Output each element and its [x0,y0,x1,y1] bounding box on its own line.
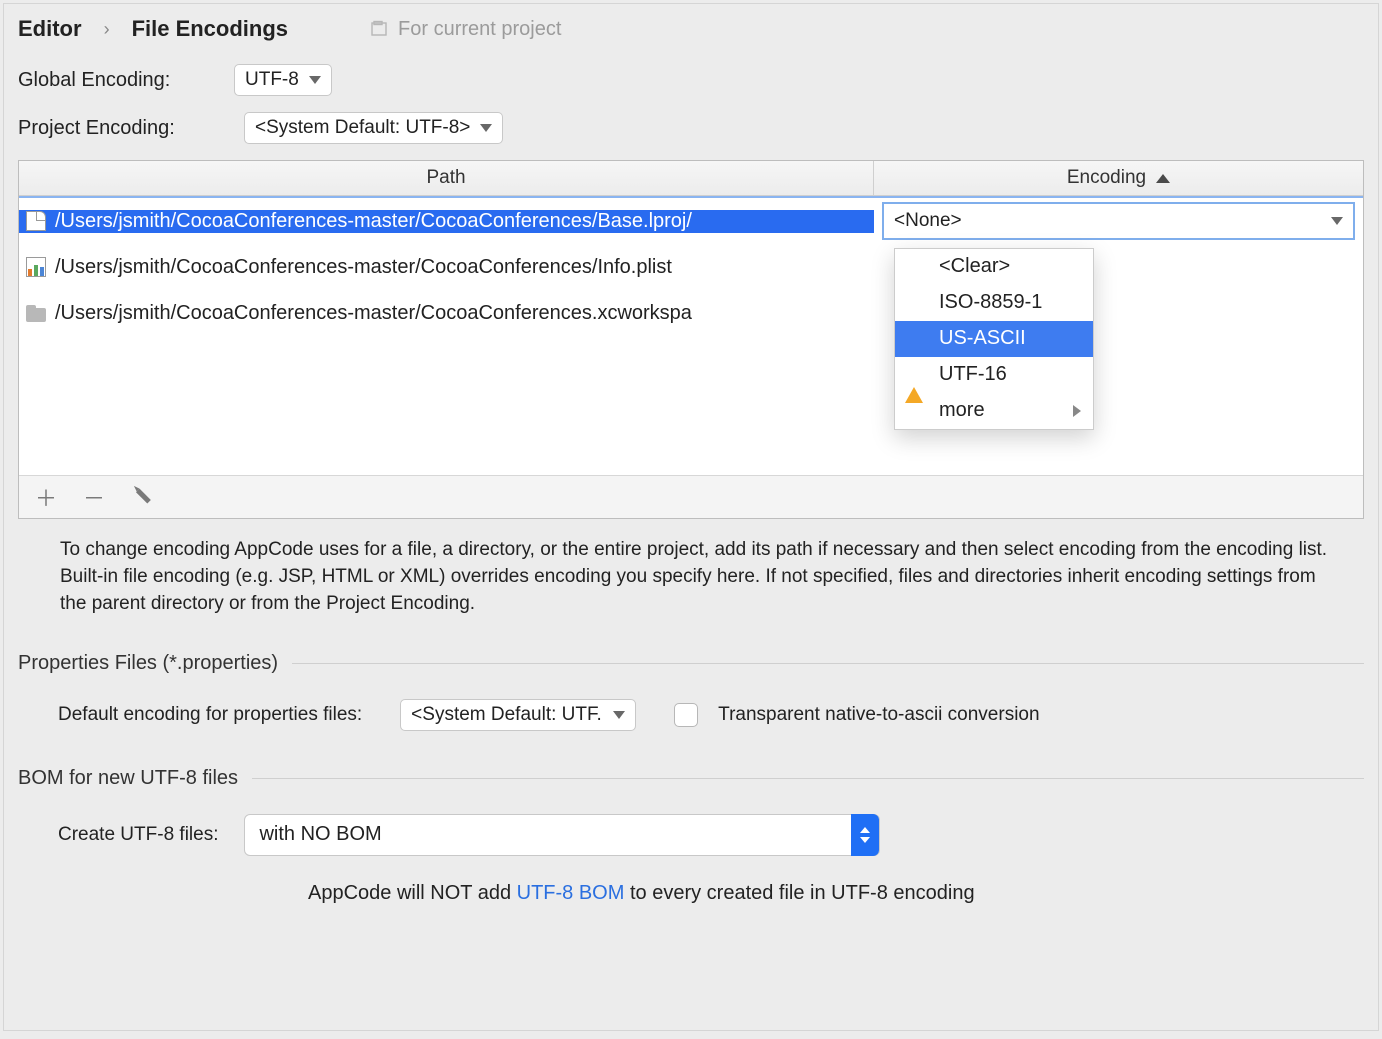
column-header-encoding[interactable]: Encoding [874,161,1363,195]
chevron-down-icon [1331,217,1343,225]
project-scope-icon [370,20,388,38]
storyboard-file-icon [25,210,47,232]
global-encoding-label: Global Encoding: [18,69,208,92]
table-row[interactable]: /Users/jsmith/CocoaConferences-master/Co… [19,244,1363,290]
warning-icon [905,365,923,388]
project-encoding-label: Project Encoding: [18,117,218,140]
encoding-paths-table: Path Encoding /Users/jsmith/CocoaConfere… [18,160,1364,519]
remove-button[interactable]: － [81,484,107,510]
global-encoding-select[interactable]: UTF-8 [234,64,332,96]
bom-create-select[interactable]: with NO BOM [244,814,880,856]
encoding-popup: <Clear> ISO-8859-1 US-ASCII UTF-16 more [894,248,1094,430]
table-row[interactable]: /Users/jsmith/CocoaConferences-master/Co… [19,290,1363,336]
bom-note: AppCode will NOT add UTF-8 BOM to every … [18,882,1364,905]
breadcrumb-root[interactable]: Editor [18,16,82,42]
encoding-option-more[interactable]: more [895,393,1093,429]
pencil-icon [133,488,151,506]
help-text: To change encoding AppCode uses for a fi… [18,519,1364,622]
encoding-option-utf16[interactable]: UTF-16 [895,357,1093,393]
edit-button[interactable] [129,484,155,510]
encoding-option-clear[interactable]: <Clear> [895,249,1093,285]
folder-icon [25,302,47,324]
chevron-down-icon [309,76,321,84]
row-encoding-select[interactable]: <None> [882,202,1355,240]
scope-label: For current project [398,18,561,41]
breadcrumb-page: File Encodings [132,16,288,42]
bom-create-label: Create UTF-8 files: [58,824,218,846]
table-row[interactable]: /Users/jsmith/CocoaConferences-master/Co… [19,198,1363,244]
encoding-option-iso[interactable]: ISO-8859-1 [895,285,1093,321]
chevron-right-icon: › [104,19,110,40]
scope-indicator: For current project [370,18,561,41]
properties-section-title: Properties Files (*.properties) [18,652,278,675]
bom-note-link[interactable]: UTF-8 BOM [517,882,625,904]
sort-ascending-icon [1156,174,1170,183]
transparent-ascii-checkbox[interactable] [674,703,698,727]
column-header-path[interactable]: Path [19,161,874,195]
bom-section-title: BOM for new UTF-8 files [18,767,238,790]
add-button[interactable]: ＋ [33,484,59,510]
transparent-ascii-label: Transparent native-to-ascii conversion [718,704,1039,726]
chevron-down-icon [480,124,492,132]
breadcrumb: Editor › File Encodings For current proj… [18,16,1364,42]
properties-default-label: Default encoding for properties files: [58,704,362,726]
stepper-icon [851,814,879,856]
plist-file-icon [25,256,47,278]
encoding-option-ascii[interactable]: US-ASCII [895,321,1093,357]
chevron-down-icon [613,711,625,719]
properties-default-select[interactable]: <System Default: UTF... [400,699,636,731]
chevron-right-icon [1073,405,1081,417]
project-encoding-select[interactable]: <System Default: UTF-8> [244,112,503,144]
